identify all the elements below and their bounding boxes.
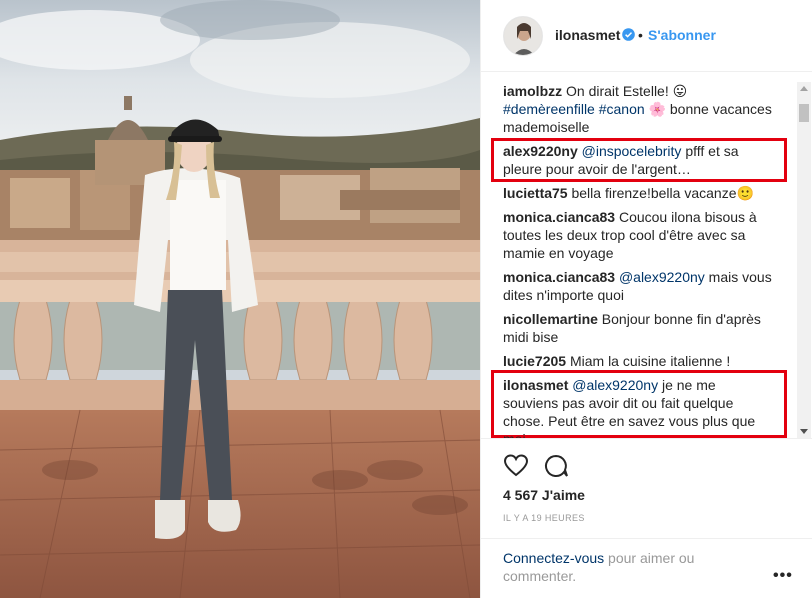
comment-mention[interactable]: @inspocelebrity [582, 143, 682, 159]
comment-mention[interactable]: @alex9220ny [619, 269, 705, 285]
scroll-down-arrow-icon[interactable] [800, 429, 808, 434]
comment-username[interactable]: monica.cianca83 [503, 269, 615, 285]
comment-item: lucietta75 bella firenze!bella vacanze🙂 [503, 184, 773, 202]
post-timestamp[interactable]: IL Y A 19 HEURES [503, 513, 585, 523]
comment-item: nicollemartine Bonjour bonne fin d'après… [503, 310, 773, 346]
comment-username[interactable]: iamolbzz [503, 83, 562, 99]
comment-username[interactable]: monica.cianca83 [503, 209, 615, 225]
comments-list[interactable]: iamolbzz On dirait Estelle! 😛 #demèreenf… [481, 72, 812, 438]
comment-text: On dirait Estelle! 😛 [562, 83, 688, 99]
photo-illustration [0, 0, 480, 598]
comment-bubble-icon[interactable] [543, 453, 569, 479]
comment-username[interactable]: nicollemartine [503, 311, 598, 327]
header-separator: • [638, 27, 643, 43]
comment-emoji: 🌸 [644, 101, 666, 117]
post-photo[interactable] [0, 0, 480, 598]
post-header: ilonasmet • S'abonner [481, 0, 812, 72]
scrollbar-thumb[interactable] [799, 104, 809, 122]
heart-icon[interactable] [503, 453, 529, 479]
comment-text: Miam la cuisine italienne ! [566, 353, 731, 369]
login-prompt: Connectez-vous pour aimer ou commenter. … [481, 538, 812, 598]
comment-text: bella firenze!bella vacanze🙂 [567, 185, 754, 201]
verified-badge-icon [622, 28, 635, 41]
comment-item: ilonasmet @alex9220ny je ne me souviens … [503, 376, 773, 438]
comment-username[interactable]: lucietta75 [503, 185, 568, 201]
comment-item: monica.cianca83 Coucou ilona bisous à to… [503, 208, 773, 262]
post-side-panel: ilonasmet • S'abonner iamolbzz On dirait… [480, 0, 812, 598]
scroll-up-arrow-icon[interactable] [800, 86, 808, 91]
avatar-image [504, 17, 542, 55]
comment-mention[interactable]: @alex9220ny [572, 377, 658, 393]
comment-item: iamolbzz On dirait Estelle! 😛 #demèreenf… [503, 82, 773, 136]
comments-scrollbar[interactable] [797, 82, 811, 438]
avatar[interactable] [503, 16, 543, 56]
login-text: Connectez-vous pour aimer ou commenter. [503, 549, 743, 585]
comment-item: monica.cianca83 @alex9220ny mais vous di… [503, 268, 773, 304]
comment-username[interactable]: ilonasmet [503, 377, 568, 393]
comment-username[interactable]: alex9220ny [503, 143, 578, 159]
follow-button[interactable]: S'abonner [648, 27, 716, 43]
login-link[interactable]: Connectez-vous [503, 550, 604, 566]
comment-username[interactable]: lucie7205 [503, 353, 566, 369]
comment-item: alex9220ny @inspocelebrity pfff et sa pl… [503, 142, 773, 178]
post-author-username[interactable]: ilonasmet [555, 27, 620, 43]
likes-count[interactable]: 4 567 J'aime [503, 487, 585, 503]
more-options-icon[interactable]: ••• [773, 567, 793, 585]
comment-item: lucie7205 Miam la cuisine italienne ! [503, 352, 773, 370]
post-actions: 4 567 J'aime IL Y A 19 HEURES [481, 438, 812, 538]
comment-hashtags[interactable]: #demèreenfille #canon [503, 101, 645, 117]
